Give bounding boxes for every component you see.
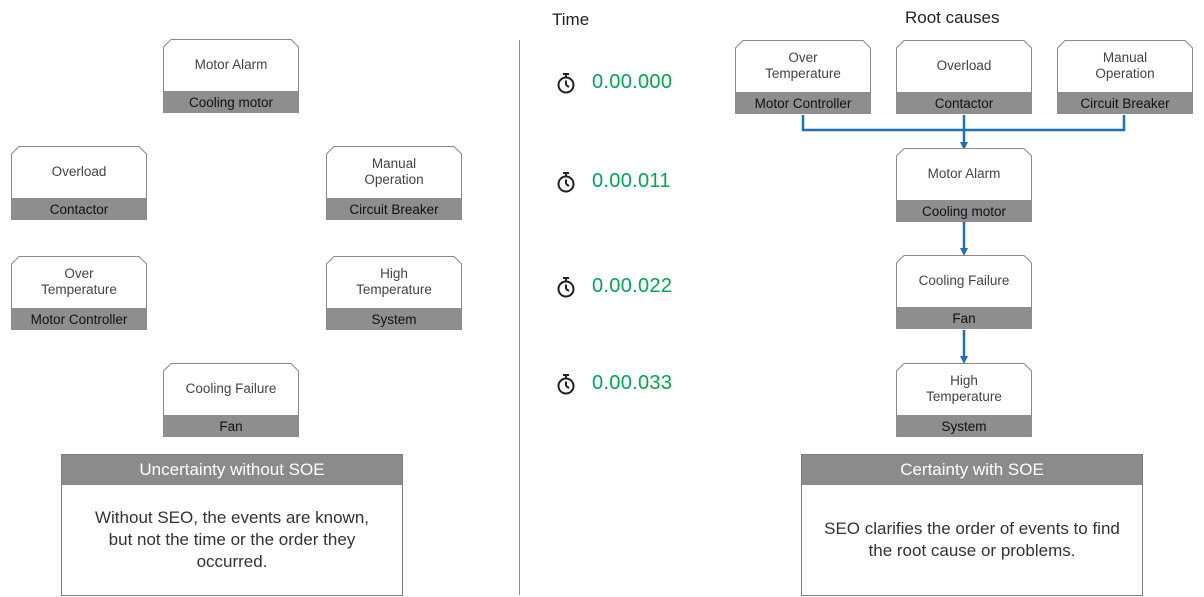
node-title: Overload bbox=[936, 58, 992, 73]
node-title: Motor Alarm bbox=[927, 166, 1001, 181]
root-over-temperature: Over Temperature Motor Controller bbox=[735, 40, 871, 114]
chain-high-temperature: High Temperature System bbox=[896, 363, 1032, 437]
node-label: Circuit Breaker bbox=[1058, 92, 1192, 114]
node-label: Motor Controller bbox=[736, 92, 870, 114]
root-manual-operation: Manual Operation Circuit Breaker bbox=[1057, 40, 1193, 114]
chain-cooling-failure: Cooling Failure Fan bbox=[896, 255, 1032, 329]
panel-body: SEO clarifies the order of events to fin… bbox=[824, 519, 1120, 560]
node-label: Cooling motor bbox=[897, 200, 1031, 222]
node-title: Manual Operation bbox=[1095, 50, 1155, 81]
root-overload: Overload Contactor bbox=[896, 40, 1032, 114]
node-title: Over Temperature bbox=[765, 50, 841, 81]
panel-header: Certainty with SOE bbox=[802, 455, 1142, 485]
node-title: High Temperature bbox=[926, 373, 1002, 404]
chain-motor-alarm: Motor Alarm Cooling motor bbox=[896, 148, 1032, 222]
certainty-panel: Certainty with SOE SEO clarifies the ord… bbox=[801, 454, 1143, 596]
node-label: Fan bbox=[897, 307, 1031, 329]
node-label: Contactor bbox=[897, 92, 1031, 114]
node-label: System bbox=[897, 415, 1031, 437]
node-title: Cooling Failure bbox=[918, 273, 1010, 288]
